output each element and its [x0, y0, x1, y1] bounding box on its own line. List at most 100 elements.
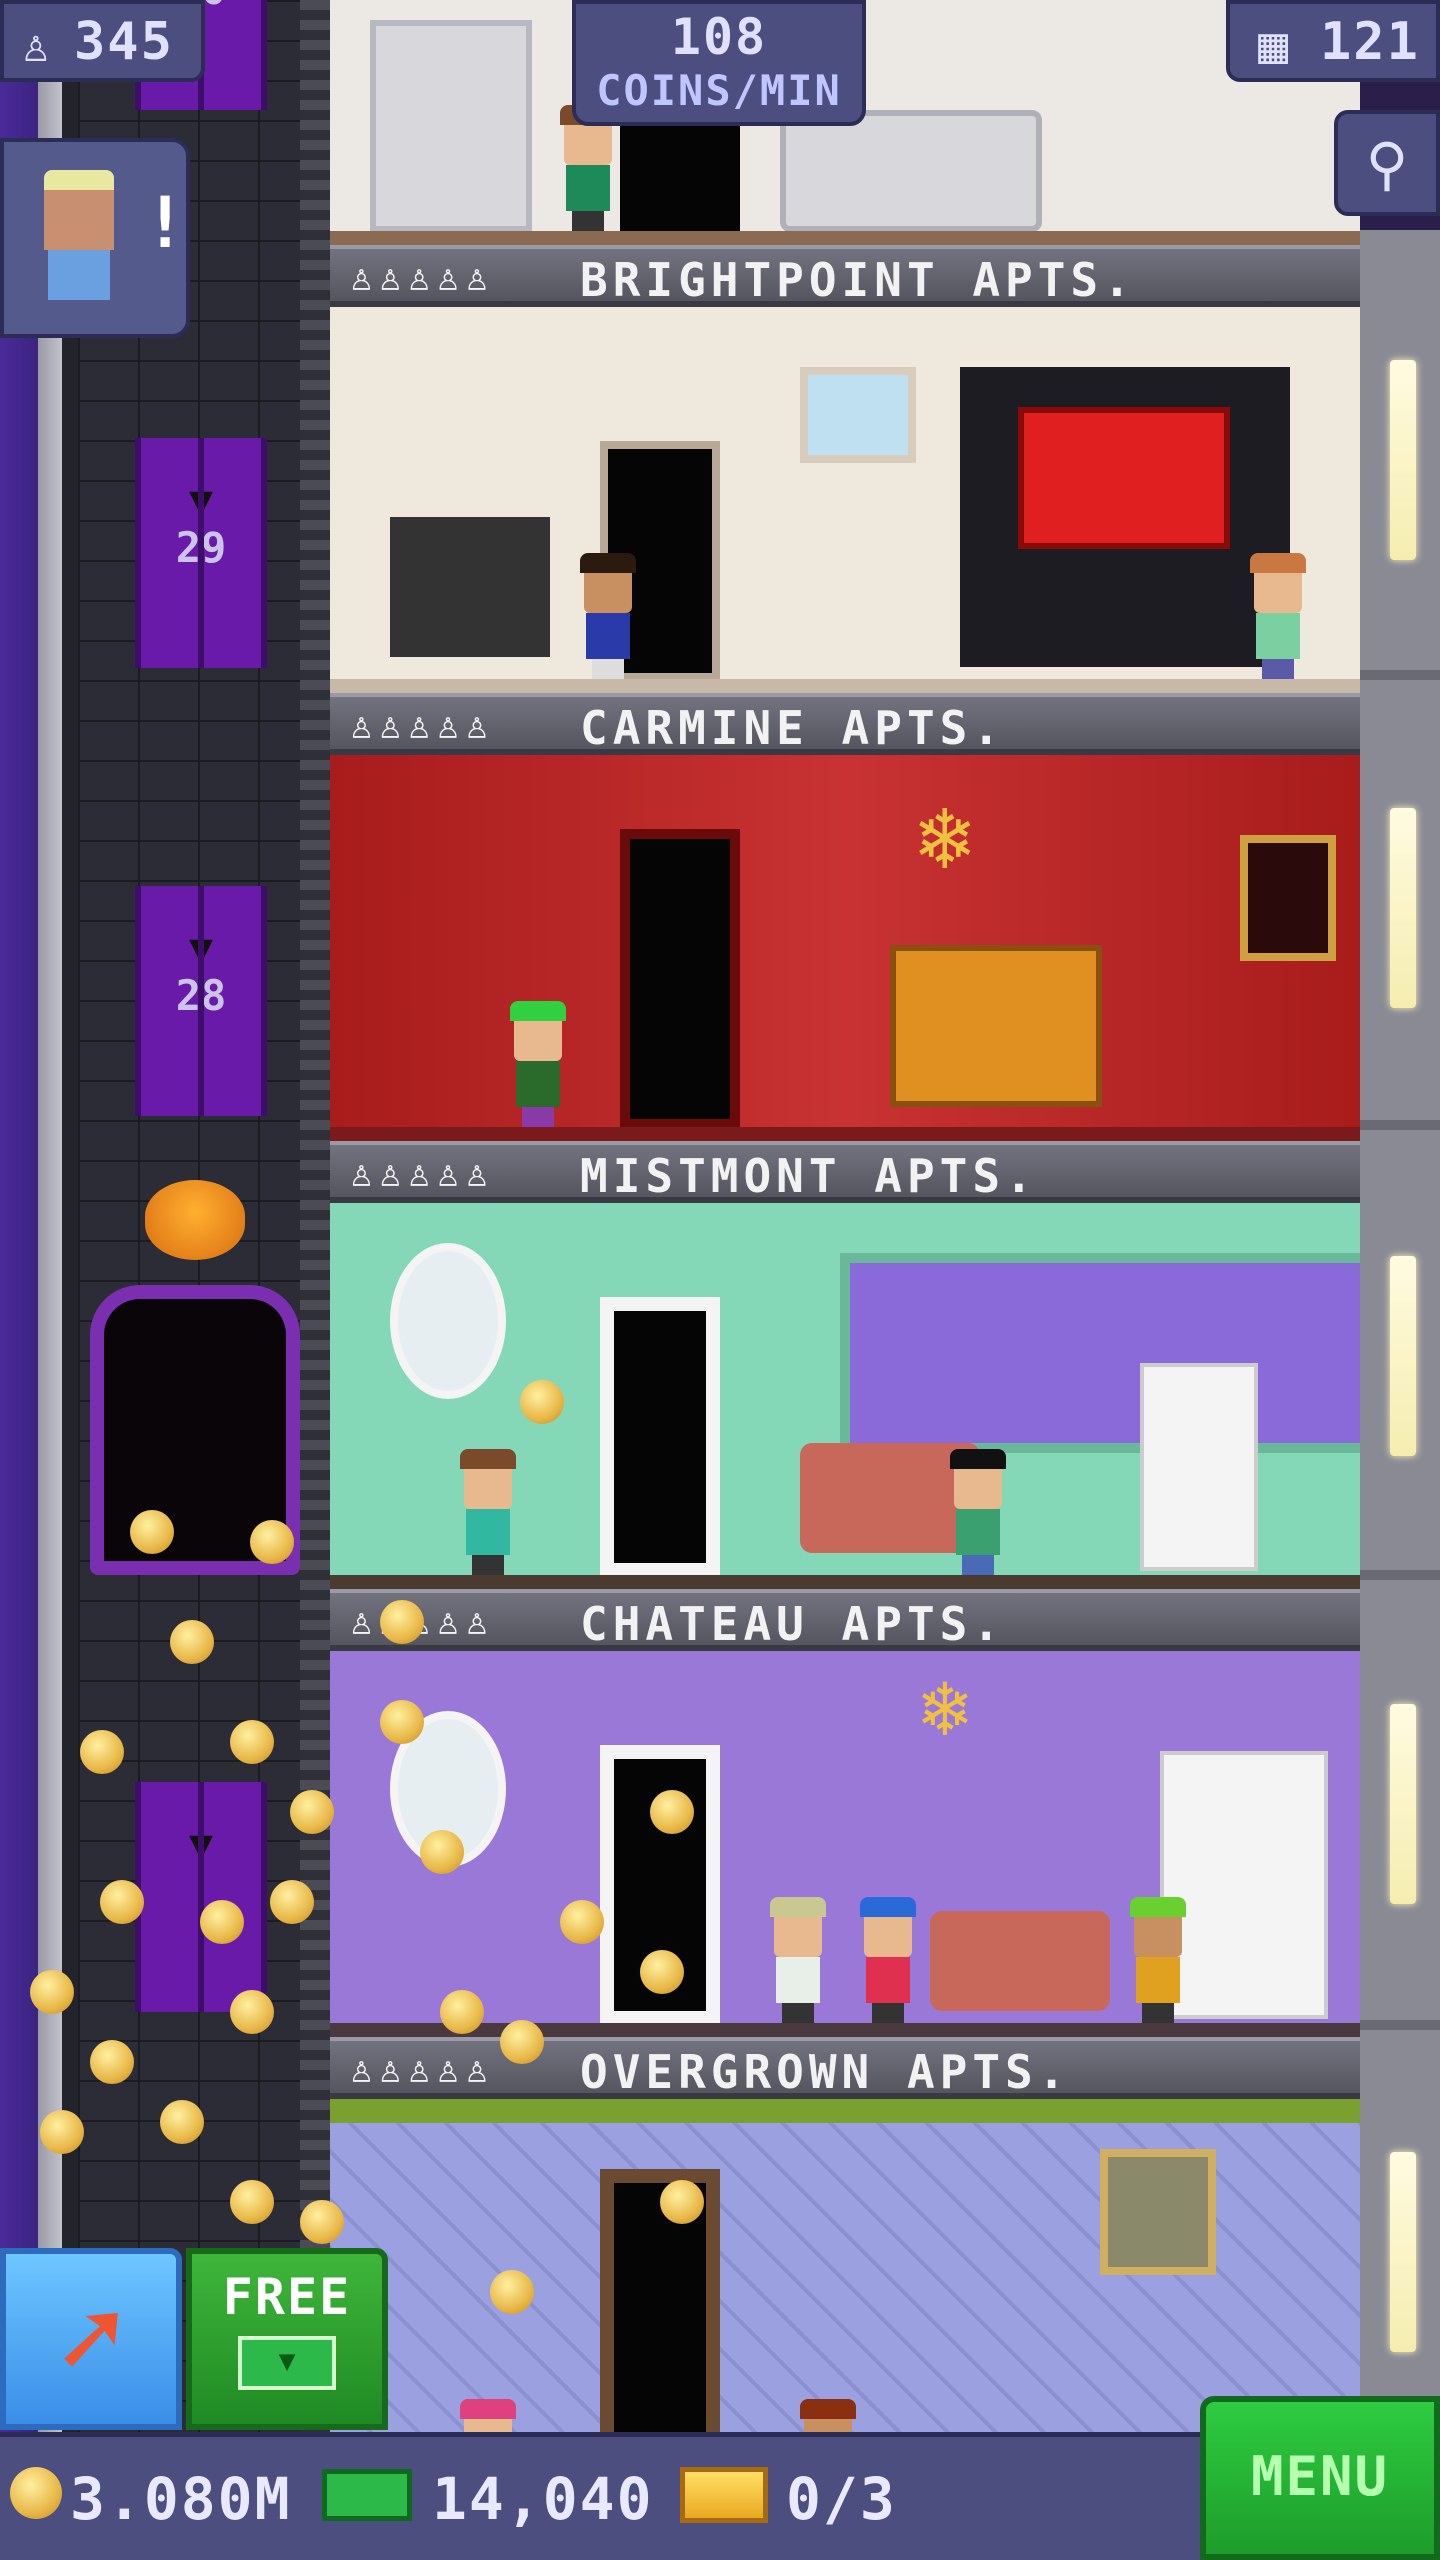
- golden-tickets-value: 0/3: [786, 2465, 897, 2533]
- coin-icon: [40, 2110, 84, 2154]
- coin-icon: [300, 2200, 344, 2244]
- search-button[interactable]: ⚲: [1334, 110, 1440, 216]
- floor-strip: [330, 2023, 1360, 2037]
- coins-value: 3.080M: [70, 2465, 292, 2533]
- pillar-light: [1390, 360, 1416, 560]
- occupancy-icons: ♙♙♙♙♙: [350, 703, 495, 747]
- coin-icon: [500, 2020, 544, 2064]
- elevator-floor-number: 28: [175, 971, 227, 1020]
- room-interior: ❄: [330, 1651, 1360, 2037]
- floor-strip: [330, 1575, 1360, 1589]
- elevator-door-28[interactable]: ▼ 28: [135, 886, 267, 1116]
- coins-per-min-label: COINS/MIN: [596, 66, 842, 115]
- bat-icon: ▼: [188, 478, 214, 524]
- pillar-light: [1390, 808, 1416, 1008]
- windows: [840, 1253, 1360, 1453]
- tenant-sprite[interactable]: [1130, 1897, 1186, 2023]
- coins-per-min-value: 108: [670, 8, 768, 66]
- coin-icon: [650, 1790, 694, 1834]
- floor-mistmont[interactable]: ♙♙♙♙♙ MISTMONT APTS.: [330, 1141, 1360, 1589]
- tenant-sprite[interactable]: [950, 1449, 1006, 1575]
- room-door: [600, 1297, 720, 1577]
- chandelier-icon: ❄: [920, 1661, 970, 1754]
- coin-icon: [30, 1970, 74, 2014]
- tenant-sprite[interactable]: [770, 1897, 826, 2023]
- person-icon: ♙: [22, 18, 52, 72]
- tenant-sprite[interactable]: [580, 553, 636, 679]
- free-bux-button[interactable]: FREE ▼: [186, 2248, 388, 2430]
- sofa: [780, 110, 1042, 232]
- floor-chateau[interactable]: ♙♙♙♙♙ CHATEAU APTS. ❄: [330, 1589, 1360, 2037]
- menu-button[interactable]: MENU: [1200, 2396, 1440, 2560]
- tv-screen: [1018, 407, 1230, 549]
- pumpkin-icon: [145, 1180, 245, 1260]
- elevator-door-25[interactable]: ▼: [135, 1782, 267, 2012]
- elevator-floor-number: 29: [175, 523, 227, 572]
- building-icon: ▦: [1258, 16, 1291, 74]
- bat-icon: ▼: [188, 1822, 214, 1868]
- population-value: 345: [74, 12, 174, 72]
- coin-icon: [560, 1900, 604, 1944]
- wall-mirror: [390, 1243, 506, 1399]
- shaft-brick-wall: [78, 0, 318, 2560]
- coin-icon: [160, 2100, 204, 2144]
- sofa: [930, 1911, 1110, 2011]
- pillar-light: [1390, 1704, 1416, 1904]
- wall-painting: [800, 367, 916, 463]
- coin-icon: [80, 1730, 124, 1774]
- coin-icon: [230, 1990, 274, 2034]
- floor-name: CARMINE APTS.: [580, 701, 1006, 755]
- avatar: [34, 170, 124, 300]
- bookshelf: [370, 20, 532, 232]
- floor-strip: [330, 231, 1360, 245]
- pillar-light: [1390, 2152, 1416, 2352]
- free-label: FREE: [222, 2268, 352, 2326]
- vines: [330, 2099, 1360, 2123]
- coin-icon: [200, 1900, 244, 1944]
- room-door: [620, 829, 740, 1129]
- visitor-alert-button[interactable]: !: [0, 138, 190, 338]
- wall-painting: [1240, 835, 1336, 961]
- bux-icon: ▼: [238, 2336, 336, 2390]
- bux-icon: [322, 2469, 412, 2521]
- occupancy-icons: ♙♙♙♙♙: [350, 1151, 495, 1195]
- coin-icon: [270, 1880, 314, 1924]
- wall-painting: [1100, 2149, 1216, 2275]
- bed: [890, 945, 1102, 1107]
- floor-banner: ♙♙♙♙♙ MISTMONT APTS.: [330, 1141, 1360, 1203]
- room-interior: [330, 1203, 1360, 1589]
- rocket-lift-button[interactable]: ➚: [0, 2248, 182, 2430]
- floor-counter[interactable]: ▦ 121: [1226, 0, 1440, 82]
- floor-count-value: 121: [1320, 12, 1420, 72]
- floor-brightpoint[interactable]: ♙♙♙♙♙ BRIGHTPOINT APTS.: [330, 245, 1360, 693]
- alert-exclamation-icon: !: [144, 182, 187, 264]
- coin-icon: [130, 1510, 174, 1554]
- currency-bar: 3.080M 14,040 0/3: [0, 2432, 1200, 2560]
- tenant-sprite[interactable]: [510, 1001, 566, 1127]
- floor-name: BRIGHTPOINT APTS.: [580, 253, 1136, 307]
- coin-icon: [440, 1990, 484, 2034]
- population-counter[interactable]: ♙ 345: [0, 0, 205, 82]
- occupancy-icons: ♙♙♙♙♙: [350, 2047, 495, 2091]
- golden-ticket-icon: [680, 2467, 768, 2523]
- floor-strip: [330, 679, 1360, 693]
- coin-icon: [170, 1620, 214, 1664]
- coin-icon: [250, 1520, 294, 1564]
- coin-icon: [380, 1600, 424, 1644]
- floor-name: CHATEAU APTS.: [580, 1597, 1006, 1651]
- tenant-sprite[interactable]: [860, 1897, 916, 2023]
- tenant-sprite[interactable]: [460, 1449, 516, 1575]
- coin-icon: [230, 1720, 274, 1764]
- elevator-door-29[interactable]: ▼ 29: [135, 438, 267, 668]
- coin-icon: [10, 2467, 62, 2519]
- room-interior: [330, 307, 1360, 693]
- tenant-sprite[interactable]: [560, 105, 616, 231]
- tenant-sprite[interactable]: [1250, 553, 1306, 679]
- coins-per-minute-panel: 108 COINS/MIN: [572, 0, 866, 126]
- fridge: [1140, 1363, 1258, 1571]
- floor-carmine[interactable]: ♙♙♙♙♙ CARMINE APTS. ❄: [330, 693, 1360, 1141]
- bat-icon: ▼: [188, 926, 214, 972]
- room-interior: ❄: [330, 755, 1360, 1141]
- coin-icon: [230, 2180, 274, 2224]
- coin-icon: [640, 1950, 684, 1994]
